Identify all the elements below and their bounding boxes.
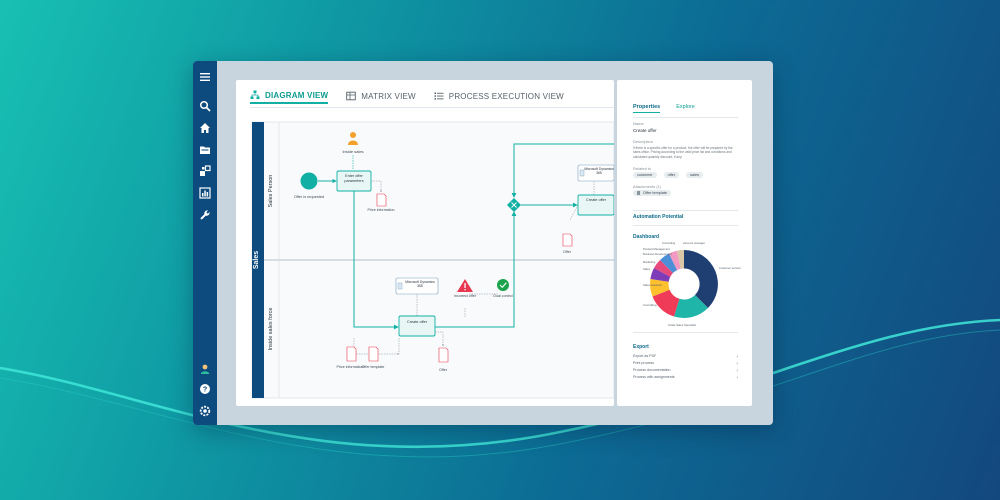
export-item-label: Export as PDF	[633, 354, 657, 358]
avatar[interactable]	[197, 361, 213, 377]
process-icon[interactable]	[197, 163, 213, 179]
donut-label: Inside Sales Specialist	[668, 323, 696, 327]
menu-icon[interactable]	[197, 69, 213, 85]
export-item[interactable]: Process with assignments ⤓	[633, 375, 738, 379]
donut-label: Controlling	[643, 303, 657, 307]
donut-label: Business Development	[643, 252, 672, 256]
system-label: Microsoft Dynamics 365	[584, 167, 614, 176]
document-icon[interactable]	[346, 346, 357, 362]
download-icon: ⤓	[736, 354, 738, 358]
document-icon[interactable]	[562, 233, 573, 247]
doc-label-offer-template: Offer template	[361, 365, 385, 369]
chart-icon[interactable]	[197, 185, 213, 201]
document-icon[interactable]	[368, 346, 379, 362]
app-window: ? DIAGRAM VIEW MATRIX VIEW PROCESS EXECU…	[193, 61, 773, 425]
doc-label-offer: Offer	[439, 368, 448, 372]
system-label: Microsoft Dynamics 365	[405, 280, 435, 289]
control-label: Dual control	[493, 294, 513, 298]
process-diagram: Sales Sales Person Inside sales force In…	[251, 121, 614, 399]
download-icon: ⤓	[736, 361, 738, 365]
download-icon: ⤓	[736, 368, 738, 372]
export-item-label: Process documentation	[633, 368, 671, 372]
task-label: Create offer	[586, 198, 606, 202]
lane-label-sales-person: Sales Person	[268, 175, 274, 208]
folder-icon[interactable]	[197, 142, 213, 158]
control-label-wrap: Dual control	[493, 294, 513, 298]
divider	[633, 332, 738, 333]
export-item-label: Print process	[633, 361, 654, 365]
donut-label: Sales Assistant	[643, 283, 662, 287]
properties-panel: Properties Explore Name Create offer Des…	[617, 80, 752, 406]
doc-label-price-information: Price information	[367, 208, 395, 212]
doc-label-offer: Offer	[563, 250, 572, 254]
pool-label: Sales	[253, 251, 260, 269]
export-item-label: Process with assignments	[633, 375, 675, 379]
system-label-wrap: Microsoft Dynamics 365	[584, 167, 614, 176]
wrench-icon[interactable]	[197, 207, 213, 223]
donut-label: Sales	[643, 267, 651, 271]
export-item[interactable]: Export as PDF ⤓	[633, 354, 738, 358]
task-label: Create offer	[407, 320, 427, 324]
settings-icon[interactable]	[197, 403, 213, 419]
task-label-wrap: Create offer	[586, 198, 606, 202]
lane-label-inside-sales-force: Inside sales force	[268, 308, 274, 351]
task-label-wrap: Create offer	[407, 320, 427, 324]
donut-label: Product Management	[643, 247, 670, 251]
export-item[interactable]: Process documentation ⤓	[633, 368, 738, 372]
donut-label: Account manager	[683, 241, 705, 245]
system-label-wrap: Microsoft Dynamics 365	[405, 280, 435, 289]
sidebar: ?	[193, 61, 217, 425]
start-event[interactable]	[300, 172, 318, 190]
export-heading[interactable]: Export	[633, 344, 649, 350]
task-label: Enter offer parameters	[344, 174, 364, 183]
risk-label-wrap: Incorrect offer	[453, 294, 477, 298]
search-icon[interactable]	[197, 98, 213, 114]
donut-label: Customer service	[719, 266, 741, 270]
help-icon[interactable]: ?	[197, 381, 213, 397]
control-icon[interactable]	[497, 279, 509, 291]
task-label-wrap: Enter offer parameters	[344, 174, 364, 183]
role-label: Inside sales	[342, 149, 363, 154]
donut-label: Consulting	[662, 241, 676, 245]
diagram-canvas: DIAGRAM VIEW MATRIX VIEW PROCESS EXECUTI…	[236, 80, 614, 406]
doc-label-wrap: Offer template	[361, 365, 385, 369]
doc-label-wrap: Price information	[367, 208, 395, 212]
document-icon[interactable]	[376, 193, 387, 207]
start-event-label: Offer is requested	[294, 195, 324, 199]
export-item[interactable]: Print process ⤓	[633, 361, 738, 365]
donut-label: Marketing	[643, 260, 656, 264]
home-icon[interactable]	[197, 120, 213, 136]
download-icon: ⤓	[736, 375, 738, 379]
svg-text:?: ?	[203, 385, 208, 394]
risk-label: Incorrect offer	[453, 294, 477, 298]
document-icon[interactable]	[438, 347, 449, 363]
